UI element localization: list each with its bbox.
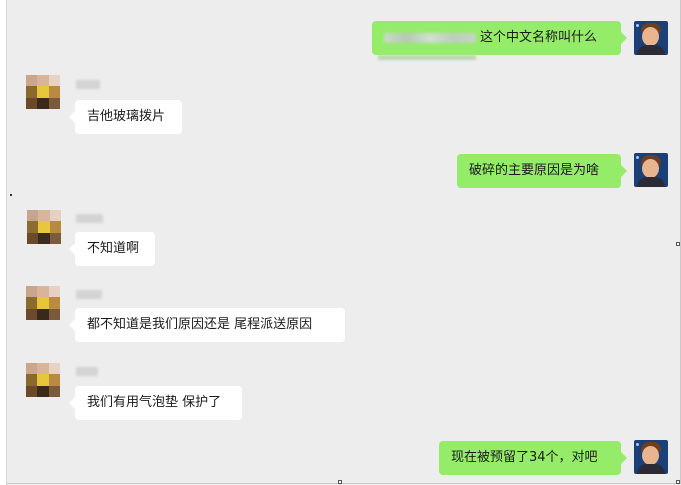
message-text: 吉他玻璃拨片 — [87, 109, 166, 124]
message-text: 都不知道是我们原因还是 尾程派送原因 — [87, 317, 313, 332]
message-bubble-incoming[interactable]: 吉他玻璃拨片 — [69, 100, 182, 134]
contact-avatar[interactable] — [27, 210, 61, 244]
contact-name-blurred — [76, 290, 102, 299]
message-bubble-outgoing[interactable]: 破碎的主要原因是为啥 — [457, 154, 627, 188]
contact-avatar[interactable] — [26, 363, 60, 397]
message-bubble-outgoing[interactable]: 现在被预留了34个，对吧 — [439, 441, 627, 475]
resize-handle-right[interactable] — [676, 242, 680, 246]
message-text: 现在被预留了34个，对吧 — [451, 450, 598, 465]
stray-pixel — [10, 194, 12, 196]
message-text: 破碎的主要原因是为啥 — [469, 163, 600, 178]
message-text: 我们有用气泡垫 保护了 — [87, 395, 222, 410]
self-avatar[interactable] — [634, 440, 668, 474]
resize-handle-bottom[interactable] — [338, 480, 342, 484]
window-left-edge — [0, 0, 7, 485]
contact-name-blurred — [76, 367, 98, 376]
self-avatar[interactable] — [634, 21, 668, 55]
contact-name-blurred — [76, 80, 100, 89]
self-avatar[interactable] — [634, 153, 668, 187]
message-text: 不知道啊 — [87, 241, 140, 256]
message-bubble-incoming[interactable]: 都不知道是我们原因还是 尾程派送原因 — [69, 308, 345, 342]
redacted-text — [384, 32, 476, 43]
message-bubble-incoming[interactable]: 我们有用气泡垫 保护了 — [69, 386, 242, 420]
contact-avatar[interactable] — [26, 286, 60, 320]
message-bubble-outgoing[interactable]: 这个中文名称叫什么 — [372, 21, 627, 55]
contact-avatar[interactable] — [26, 75, 60, 109]
redacted-text — [378, 55, 476, 60]
resize-handle-corner[interactable] — [676, 480, 680, 484]
contact-name-blurred — [76, 214, 103, 223]
message-bubble-incoming[interactable]: 不知道啊 — [69, 232, 155, 266]
message-text: 这个中文名称叫什么 — [480, 30, 598, 45]
